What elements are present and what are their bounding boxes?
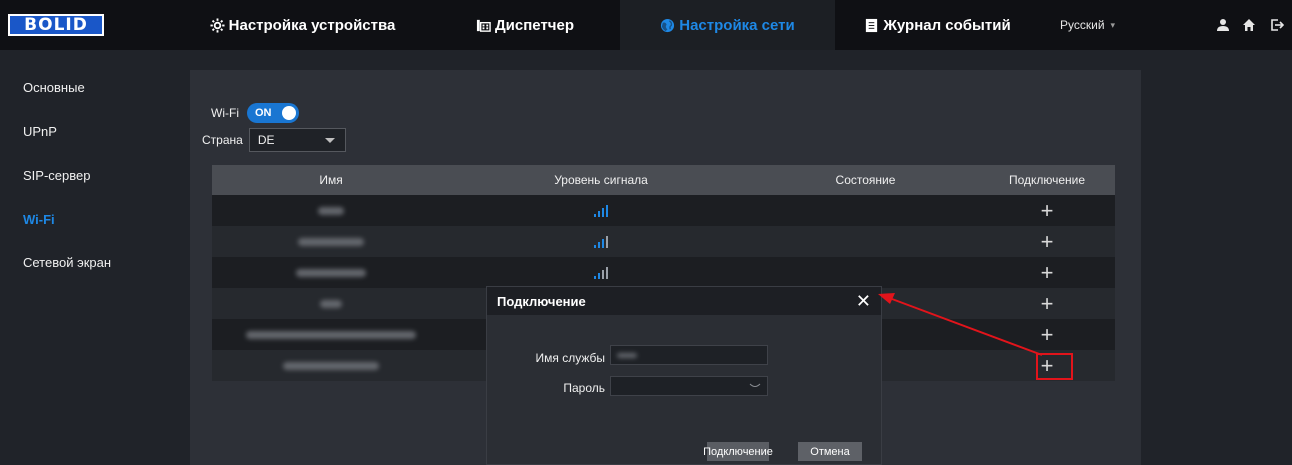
column-header-signal: Уровень сигнала xyxy=(554,173,648,187)
country-row: Страна DE xyxy=(202,128,346,152)
country-select[interactable]: DE xyxy=(248,128,346,152)
logout-icon[interactable] xyxy=(1268,16,1286,34)
journal-icon xyxy=(864,18,879,33)
network-name-blurred xyxy=(212,195,450,226)
plus-icon: + xyxy=(1040,197,1054,223)
sidebar-item-sip[interactable]: SIP-сервер xyxy=(23,168,90,183)
sidebar-item-wifi[interactable]: Wi-Fi xyxy=(23,212,55,227)
password-label: Пароль xyxy=(563,381,605,395)
connect-button[interactable]: + xyxy=(979,226,1115,257)
column-header-status: Состояние xyxy=(835,173,896,187)
grid-icon xyxy=(476,18,491,33)
dialog-title: Подключение xyxy=(497,293,586,309)
network-name-blurred xyxy=(212,350,450,381)
globe-icon xyxy=(660,18,675,33)
home-icon[interactable] xyxy=(1240,16,1258,34)
tab-label: Настройка сети xyxy=(679,16,795,34)
user-icon[interactable] xyxy=(1214,16,1232,34)
sidebar-item-firewall[interactable]: Сетевой экран xyxy=(23,255,111,270)
connect-button[interactable]: + xyxy=(979,195,1115,226)
network-name-blurred xyxy=(212,319,450,350)
dialog-header: Подключение ✕ xyxy=(487,287,881,315)
close-icon[interactable]: ✕ xyxy=(856,291,871,312)
tab-label: Журнал событий xyxy=(883,16,1011,34)
toggle-knob xyxy=(281,106,296,120)
tab-label: Диспетчер xyxy=(494,16,574,34)
signal-icon xyxy=(450,226,752,257)
annotation-highlight-box xyxy=(1036,353,1073,380)
plus-icon: + xyxy=(1040,228,1054,254)
chevron-down-icon: ▾ xyxy=(1110,19,1116,30)
cancel-button[interactable]: Отмена xyxy=(798,442,862,461)
connect-button[interactable]: + xyxy=(979,257,1115,288)
chevron-down-icon xyxy=(324,137,335,143)
table-header: Имя Уровень сигнала Состояние Подключени… xyxy=(212,165,1115,195)
wifi-label: Wi-Fi xyxy=(211,106,239,120)
status-cell xyxy=(752,257,979,288)
sidebar: Основные UPnP SIP-сервер Wi-Fi Сетевой э… xyxy=(0,50,175,465)
tab-network-settings[interactable]: Настройка сети xyxy=(620,0,835,50)
toggle-state: ON xyxy=(254,107,272,119)
logo: BOLID xyxy=(8,14,104,36)
signal-icon xyxy=(450,195,752,226)
status-cell xyxy=(752,226,979,257)
country-label: Страна xyxy=(202,133,243,147)
plus-icon: + xyxy=(1040,290,1054,316)
column-header-connect: Подключение xyxy=(1008,173,1086,187)
network-name-blurred xyxy=(212,257,450,288)
connect-submit-button[interactable]: Подключение xyxy=(703,442,773,461)
password-field[interactable] xyxy=(610,376,768,396)
tab-label: Настройка устройства xyxy=(228,16,396,34)
network-name-blurred xyxy=(212,226,450,257)
plus-icon: + xyxy=(1040,259,1054,285)
gear-icon xyxy=(210,17,225,33)
table-row: + xyxy=(212,257,1115,288)
service-name-label: Имя службы xyxy=(535,351,605,365)
column-header-name: Имя xyxy=(319,173,343,187)
table-row: + xyxy=(212,195,1115,226)
language-select[interactable]: Русский ▾ xyxy=(1060,0,1115,50)
connect-button[interactable]: + xyxy=(979,288,1115,319)
connect-button[interactable]: + xyxy=(979,319,1115,350)
wifi-toggle-row: Wi-Fi ON xyxy=(211,103,299,123)
sidebar-item-general[interactable]: Основные xyxy=(23,80,85,95)
status-cell xyxy=(752,195,979,226)
logo-text: BOLID xyxy=(24,15,88,35)
service-name-field[interactable] xyxy=(610,345,768,365)
country-value: DE xyxy=(257,133,275,147)
sidebar-item-upnp[interactable]: UPnP xyxy=(23,124,57,139)
connect-dialog: Подключение ✕ Имя службы Пароль Подключе… xyxy=(486,286,882,465)
tab-dispatcher[interactable]: Диспетчер xyxy=(430,0,620,50)
tab-event-log[interactable]: Журнал событий xyxy=(835,0,1040,50)
eye-closed-icon[interactable] xyxy=(749,380,761,392)
top-bar: BOLID Настройка устройства Диспетчер Нас… xyxy=(0,0,1292,50)
plus-icon: + xyxy=(1040,321,1054,347)
table-row: + xyxy=(212,226,1115,257)
signal-icon xyxy=(450,257,752,288)
tab-device-settings[interactable]: Настройка устройства xyxy=(175,0,430,50)
wifi-toggle[interactable]: ON xyxy=(246,103,299,123)
language-label: Русский xyxy=(1060,18,1105,32)
network-name-blurred xyxy=(212,288,450,319)
